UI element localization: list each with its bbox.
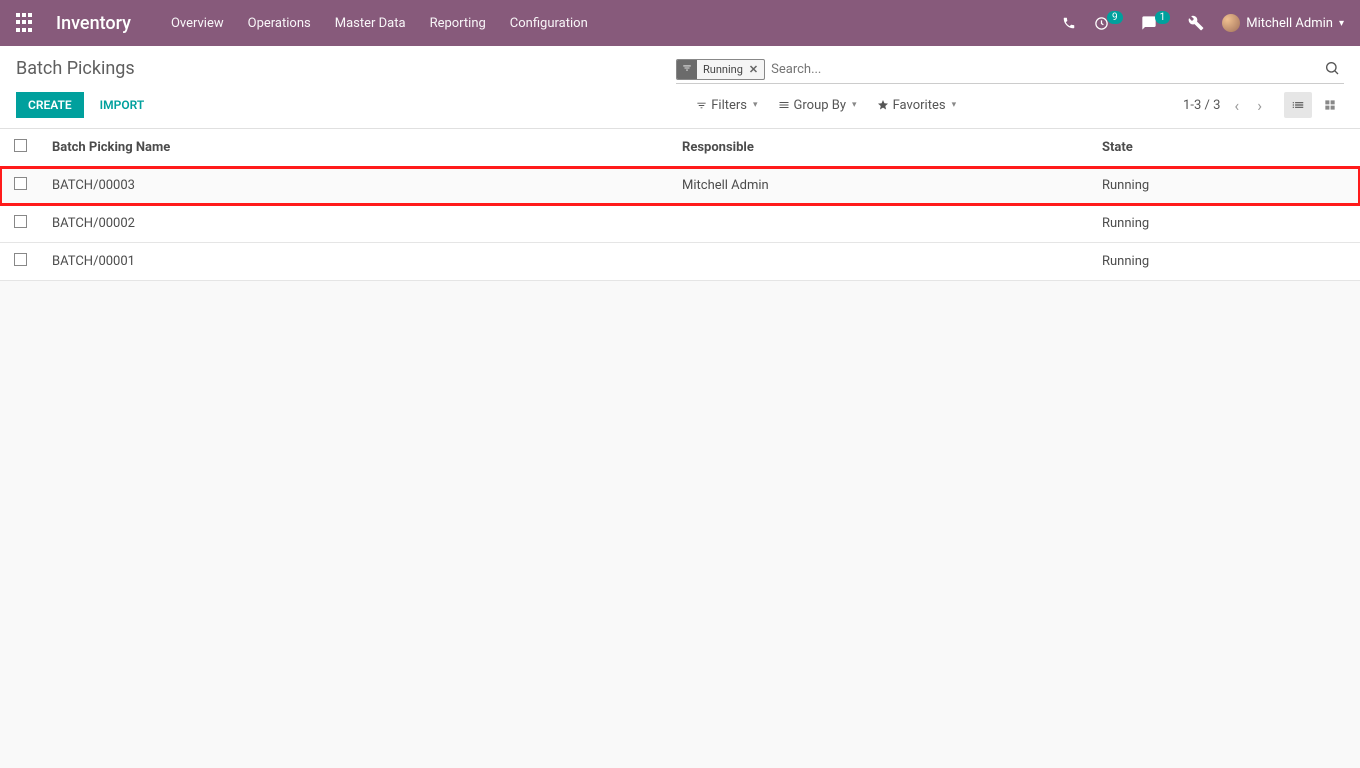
search-toolbar: Filters ▾ Group By ▾ Favorites ▾ 1-3 / 3 ‹ …	[156, 92, 1344, 118]
messages-badge: 1	[1155, 11, 1171, 24]
table-row[interactable]: BATCH/00001 Running	[0, 243, 1360, 281]
menu-overview[interactable]: Overview	[171, 16, 224, 31]
header-name[interactable]: Batch Picking Name	[40, 129, 670, 167]
select-all-checkbox[interactable]	[14, 139, 27, 152]
activity-icon[interactable]: 9	[1094, 16, 1123, 31]
avatar	[1222, 14, 1240, 32]
table-header-row: Batch Picking Name Responsible State	[0, 129, 1360, 167]
apps-launcher-icon[interactable]	[16, 13, 36, 33]
cell-responsible	[670, 243, 1090, 281]
menu-reporting[interactable]: Reporting	[430, 16, 486, 31]
header-state[interactable]: State	[1090, 129, 1360, 167]
app-brand[interactable]: Inventory	[56, 13, 131, 34]
chevron-down-icon: ▾	[952, 100, 957, 110]
favorites-dropdown[interactable]: Favorites ▾	[877, 98, 957, 113]
cell-responsible	[670, 205, 1090, 243]
navbar-right: 9 1 Mitchell Admin ▾	[1062, 14, 1344, 32]
cell-name: BATCH/00001	[40, 243, 670, 281]
list-view: Batch Picking Name Responsible State BAT…	[0, 129, 1360, 281]
groupby-label: Group By	[794, 98, 847, 113]
page-title: Batch Pickings	[16, 58, 676, 79]
pager-value[interactable]: 1-3 / 3	[1183, 98, 1220, 113]
menu-configuration[interactable]: Configuration	[510, 16, 588, 31]
menu-master-data[interactable]: Master Data	[335, 16, 406, 31]
create-button[interactable]: CREATE	[16, 92, 84, 118]
kanban-view-button[interactable]	[1316, 92, 1344, 118]
cell-responsible: Mitchell Admin	[670, 167, 1090, 205]
table-row[interactable]: BATCH/00002 Running	[0, 205, 1360, 243]
main-menu: Overview Operations Master Data Reportin…	[171, 16, 1062, 31]
list-view-button[interactable]	[1284, 92, 1312, 118]
search-input[interactable]	[765, 58, 1320, 81]
facet-remove-icon[interactable]: ✕	[747, 61, 764, 78]
filters-label: Filters	[711, 98, 747, 113]
row-checkbox[interactable]	[14, 215, 27, 228]
facet-label: Running	[697, 61, 747, 78]
cell-state: Running	[1090, 243, 1360, 281]
chevron-down-icon: ▾	[1339, 18, 1344, 29]
row-checkbox[interactable]	[14, 253, 27, 266]
user-menu[interactable]: Mitchell Admin ▾	[1222, 14, 1344, 32]
table-row[interactable]: BATCH/00003 Mitchell Admin Running	[0, 167, 1360, 205]
user-name-label: Mitchell Admin	[1246, 16, 1333, 31]
filters-dropdown[interactable]: Filters ▾	[696, 98, 757, 113]
cell-state: Running	[1090, 167, 1360, 205]
search-icon[interactable]	[1320, 60, 1344, 80]
cell-name: BATCH/00003	[40, 167, 670, 205]
row-checkbox[interactable]	[14, 177, 27, 190]
search-facet: Running ✕	[676, 59, 765, 80]
activity-badge: 9	[1107, 11, 1123, 24]
chevron-down-icon: ▾	[852, 100, 857, 110]
import-button[interactable]: IMPORT	[88, 92, 157, 118]
favorites-label: Favorites	[893, 98, 946, 113]
messages-icon[interactable]: 1	[1141, 15, 1171, 31]
cell-name: BATCH/00002	[40, 205, 670, 243]
phone-icon[interactable]	[1062, 16, 1076, 30]
chevron-down-icon: ▾	[753, 100, 758, 110]
groupby-dropdown[interactable]: Group By ▾	[778, 98, 857, 113]
top-navbar: Inventory Overview Operations Master Dat…	[0, 0, 1360, 46]
filter-icon	[677, 60, 697, 79]
control-panel: Batch Pickings Running ✕ CREATE IMPORT F…	[0, 46, 1360, 129]
pager-prev-icon[interactable]: ‹	[1234, 96, 1239, 115]
header-responsible[interactable]: Responsible	[670, 129, 1090, 167]
menu-operations[interactable]: Operations	[248, 16, 311, 31]
debug-icon[interactable]	[1188, 15, 1204, 31]
pager-next-icon[interactable]: ›	[1257, 96, 1262, 115]
pager: 1-3 / 3 ‹ ›	[1183, 92, 1344, 118]
search-bar[interactable]: Running ✕	[676, 58, 1344, 84]
cell-state: Running	[1090, 205, 1360, 243]
